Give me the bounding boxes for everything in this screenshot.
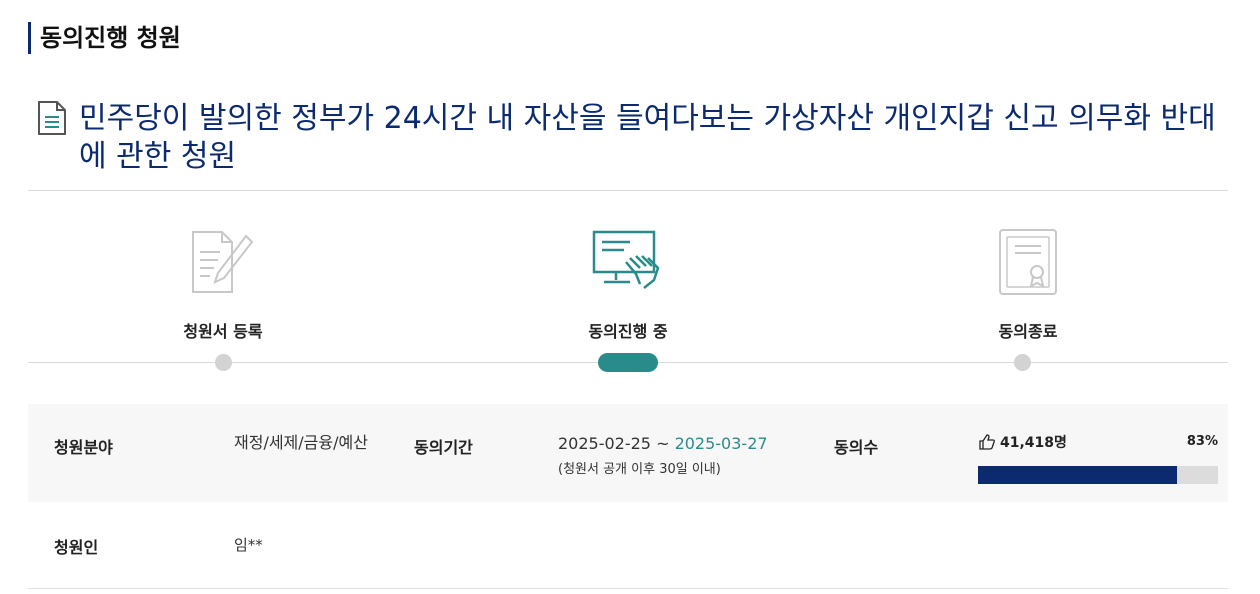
- field-value: 재정/세제/금융/예산: [234, 433, 368, 452]
- agree-count-value: 41,418명: [1000, 435, 1067, 451]
- step-label: 청원서 등록: [183, 322, 263, 341]
- certificate-icon: [999, 229, 1057, 295]
- period-label: 동의기간: [414, 438, 473, 457]
- step-dot-completed: [1014, 354, 1031, 371]
- agree-progress-fill: [978, 466, 1178, 484]
- step-in-progress: 동의진행 중: [518, 228, 738, 342]
- period-start: 2025-02-25: [558, 434, 651, 453]
- document-icon: [38, 101, 66, 135]
- agree-count: 41,418명: [978, 432, 1067, 452]
- write-document-icon: [192, 231, 254, 293]
- thumbs-up-icon: [979, 434, 995, 450]
- title-divider: [28, 190, 1228, 191]
- monitor-touch-icon: [592, 230, 660, 289]
- period-note: (청원서 공개 이후 30일 이내): [558, 462, 721, 477]
- step-dot-in-progress: [598, 353, 658, 372]
- period-separator: ~: [650, 434, 675, 453]
- info-row-primary: 청원분야 재정/세제/금융/예산 동의기간 2025-02-25 ~ 2025-…: [28, 404, 1228, 502]
- field-label: 청원분야: [54, 438, 113, 457]
- count-label: 동의수: [834, 438, 879, 457]
- period-value: 2025-02-25 ~ 2025-03-27: [558, 434, 768, 453]
- step-completed: 동의종료: [918, 228, 1138, 342]
- agree-percent: 83%: [1186, 434, 1218, 449]
- step-dot-registration: [215, 354, 232, 371]
- section-title: 동의진행 청원: [28, 22, 181, 54]
- step-label: 동의진행 중: [588, 322, 668, 341]
- step-label: 동의종료: [998, 322, 1058, 341]
- step-registration: 청원서 등록: [113, 228, 333, 342]
- info-row-secondary: 청원인 임**: [28, 502, 1228, 589]
- agree-progress-bar: [978, 466, 1218, 484]
- period-end: 2025-03-27: [674, 434, 768, 453]
- petition-title: 민주당이 발의한 정부가 24시간 내 자산을 들여다보는 가상자산 개인지갑 …: [79, 101, 1216, 174]
- petitioner-value: 임**: [234, 536, 263, 554]
- petitioner-label: 청원인: [54, 538, 99, 557]
